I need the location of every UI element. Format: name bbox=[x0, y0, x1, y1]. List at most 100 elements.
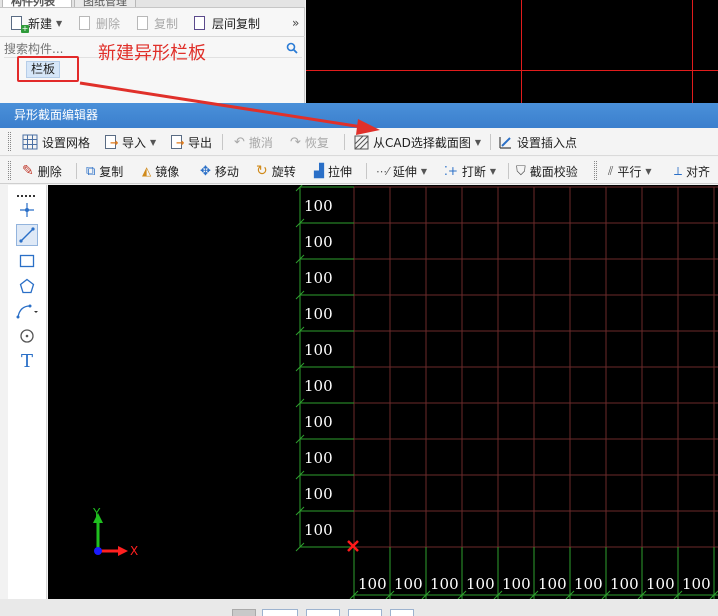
view-button[interactable] bbox=[306, 609, 340, 616]
app-root: 构件列表 图纸管理 + 新建 ▼ 删除 复制 层间复制 » 搜索构件... 栏板… bbox=[0, 0, 718, 616]
row-dimension-label: 100 bbox=[304, 521, 333, 539]
arc-tool[interactable] bbox=[16, 300, 38, 322]
undo-label: 撤消 bbox=[248, 135, 273, 150]
cad-drawing-area[interactable] bbox=[306, 0, 718, 103]
select-from-cad-button[interactable]: 从CAD选择截面图 ▼ bbox=[354, 133, 481, 151]
column-dimension-label: 100 bbox=[682, 575, 711, 593]
editor-toolbar-main: 设置网格 → 导入 ▼ → 导出 ↶ 撤消 ↷ 恢复 从CAD选择截面图 ▼ 设… bbox=[0, 128, 718, 156]
shield-check-icon: ⛉ bbox=[516, 163, 526, 179]
redo-icon: ↷ bbox=[290, 134, 301, 150]
view-button[interactable] bbox=[232, 609, 256, 616]
toolbar-grip[interactable] bbox=[8, 132, 11, 151]
tree-item-railing[interactable]: 栏板 bbox=[26, 61, 61, 78]
extend-button[interactable]: ⋯⁄ 延伸 ▼ bbox=[376, 162, 427, 180]
set-grid-button[interactable]: 设置网格 bbox=[22, 133, 90, 151]
extend-icon: ⋯⁄ bbox=[376, 164, 389, 178]
floor-copy-icon bbox=[194, 16, 208, 30]
rotate-icon: ↻ bbox=[256, 163, 268, 179]
undo-icon: ↶ bbox=[234, 134, 245, 150]
copy-tool-label: 复制 bbox=[99, 164, 124, 179]
column-dimension-label: 100 bbox=[574, 575, 603, 593]
new-label: 新建 bbox=[28, 16, 53, 31]
tab-drawing-management[interactable]: 图纸管理 bbox=[74, 0, 136, 7]
section-check-button[interactable]: ⛉ 截面校验 bbox=[516, 162, 578, 180]
undo-button[interactable]: ↶ 撤消 bbox=[234, 133, 273, 151]
section-canvas[interactable]: 100 100 100 100 100 100 100 100 100 100 100 100 100 1… bbox=[48, 185, 718, 599]
grid-icon bbox=[22, 134, 38, 150]
delete-tool-button[interactable]: ✎ 删除 bbox=[22, 162, 62, 180]
set-insert-point-button[interactable]: 设置插入点 bbox=[498, 133, 577, 151]
column-dimension-label: 100 bbox=[502, 575, 531, 593]
mirror-button[interactable]: ◭ 镜像 bbox=[142, 162, 179, 180]
section-editor-window: 异形截面编辑器 设置网格 → 导入 ▼ → 导出 ↶ 撤消 ↷ 恢复 从CAD选… bbox=[0, 103, 718, 616]
stretch-label: 拉伸 bbox=[328, 164, 353, 179]
line-icon bbox=[19, 227, 35, 243]
circle-tool[interactable] bbox=[16, 325, 38, 347]
redo-button[interactable]: ↷ 恢复 bbox=[290, 133, 329, 151]
rotate-button[interactable]: ↻ 旋转 bbox=[256, 162, 296, 180]
rectangle-tool[interactable] bbox=[16, 250, 38, 272]
toolbar-grip[interactable] bbox=[8, 161, 11, 180]
cad-line bbox=[306, 70, 718, 71]
search-icon[interactable] bbox=[286, 42, 298, 54]
polygon-tool[interactable] bbox=[16, 275, 38, 297]
view-button[interactable] bbox=[348, 609, 382, 616]
column-dimension-label: 100 bbox=[394, 575, 423, 593]
x-axis-label: X bbox=[130, 544, 138, 558]
new-button[interactable]: + 新建 ▼ bbox=[10, 13, 62, 33]
column-dimension-label: 100 bbox=[610, 575, 639, 593]
point-tool[interactable] bbox=[16, 199, 38, 221]
import-icon: → bbox=[104, 135, 118, 149]
set-insert-point-label: 设置插入点 bbox=[517, 135, 578, 150]
drawing-tools: T bbox=[8, 185, 47, 599]
parallel-icon: ⫽ bbox=[608, 163, 614, 178]
row-dimension-label: 100 bbox=[304, 485, 333, 503]
align-label: 对齐 bbox=[686, 164, 711, 179]
floor-copy-label: 层间复制 bbox=[212, 16, 261, 31]
more-button[interactable]: » bbox=[292, 13, 299, 33]
align-icon: ⟂ bbox=[674, 163, 683, 178]
import-button[interactable]: → 导入 ▼ bbox=[104, 133, 156, 151]
column-dimension-label: 100 bbox=[646, 575, 675, 593]
annotation-text: 新建异形栏板 bbox=[98, 43, 206, 64]
set-grid-label: 设置网格 bbox=[42, 135, 91, 150]
move-button[interactable]: ✥ 移动 bbox=[200, 162, 239, 180]
separator bbox=[366, 163, 367, 179]
polygon-icon bbox=[19, 278, 35, 294]
circle-icon bbox=[20, 329, 34, 343]
break-button[interactable]: ⁚+ 打断 ▼ bbox=[444, 162, 496, 180]
line-tool[interactable] bbox=[16, 224, 38, 246]
eraser-icon: ✎ bbox=[22, 163, 34, 179]
chevron-down-icon: ▼ bbox=[489, 166, 497, 176]
parallel-label: 平行 bbox=[617, 164, 642, 179]
view-button[interactable] bbox=[390, 609, 414, 616]
section-check-label: 截面校验 bbox=[529, 164, 578, 179]
floor-copy-button[interactable]: 层间复制 bbox=[194, 13, 260, 33]
chevron-down-icon: ▼ bbox=[645, 166, 652, 176]
axis-origin-dot bbox=[94, 547, 102, 555]
chevron-down-icon: ▼ bbox=[474, 137, 481, 147]
text-tool[interactable]: T bbox=[16, 350, 38, 372]
copy-tool-button[interactable]: ⧉ 复制 bbox=[86, 162, 123, 180]
view-button[interactable] bbox=[262, 609, 298, 616]
separator bbox=[76, 163, 77, 179]
separator bbox=[344, 134, 345, 150]
separator bbox=[508, 163, 509, 179]
copy-label: 复制 bbox=[154, 16, 179, 31]
align-button[interactable]: ⟂ 对齐 bbox=[674, 162, 710, 180]
parallel-button[interactable]: ⫽ 平行 ▼ bbox=[608, 162, 652, 180]
mirror-label: 镜像 bbox=[155, 164, 180, 179]
row-dimension-label: 100 bbox=[304, 413, 333, 431]
separator bbox=[490, 134, 491, 150]
redo-label: 恢复 bbox=[304, 135, 329, 150]
column-dimension-label: 100 bbox=[358, 575, 387, 593]
copy-tool-icon: ⧉ bbox=[86, 163, 96, 179]
tab-component-list[interactable]: 构件列表 bbox=[2, 0, 72, 7]
chevron-down-icon: ▼ bbox=[56, 18, 63, 28]
stretch-button[interactable]: ▟ 拉伸 bbox=[314, 162, 352, 180]
export-button[interactable]: → 导出 bbox=[170, 133, 212, 151]
toolbar-grip[interactable] bbox=[594, 161, 597, 180]
chevron-down-icon: ▼ bbox=[150, 137, 157, 147]
copy-button[interactable]: 复制 bbox=[136, 13, 178, 33]
delete-button[interactable]: 删除 bbox=[78, 13, 120, 33]
